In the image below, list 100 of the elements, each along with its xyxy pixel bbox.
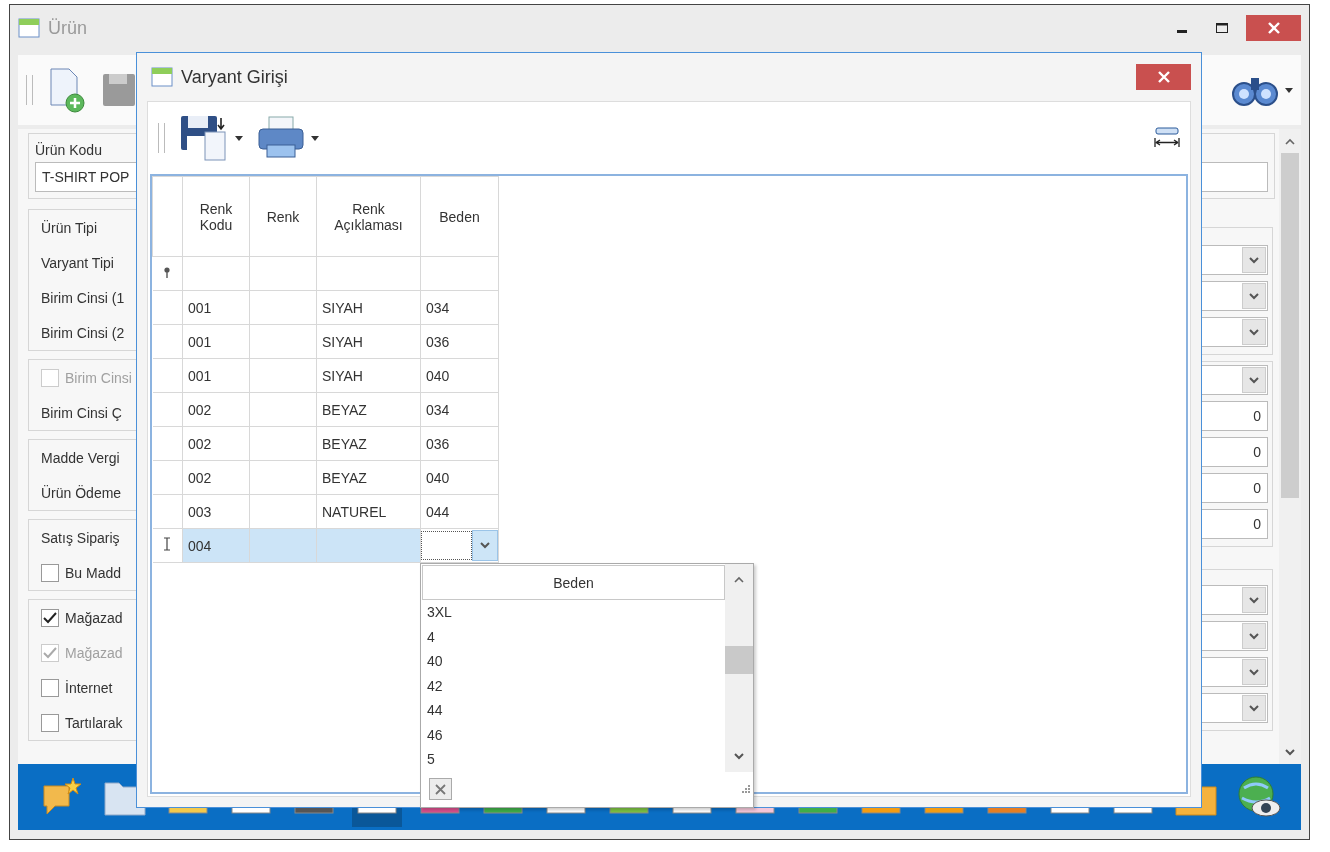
table-cell: BEYAZ xyxy=(316,392,421,427)
field-label: Ürün Kodu xyxy=(35,142,103,158)
dropdown-button[interactable] xyxy=(1242,319,1266,345)
checkbox-label: Mağazad xyxy=(65,609,123,626)
table-cell: 001 xyxy=(182,324,250,359)
column-header: Beden xyxy=(422,565,725,600)
table-cell: BEYAZ xyxy=(316,426,421,461)
globe-eye-icon[interactable] xyxy=(1236,774,1282,820)
resize-grip-icon[interactable] xyxy=(741,784,751,795)
dialog-title: Varyant Girişi xyxy=(181,66,288,88)
dropdown-button[interactable] xyxy=(1242,367,1266,393)
scrollbar[interactable] xyxy=(1279,129,1301,764)
table-cell: 002 xyxy=(182,460,250,495)
toolbar-grip[interactable] xyxy=(26,75,33,105)
close-button[interactable] xyxy=(1136,64,1191,90)
dropdown-button[interactable] xyxy=(1242,695,1266,721)
dropdown-button[interactable] xyxy=(1242,283,1266,309)
window-icon xyxy=(151,67,173,87)
table-cell: 040 xyxy=(420,460,499,495)
table-cell: 036 xyxy=(420,426,499,461)
caret-icon[interactable] xyxy=(235,135,243,141)
filter-cell[interactable] xyxy=(316,256,421,291)
column-header[interactable]: Renk Kodu xyxy=(182,176,250,257)
scrollbar-thumb[interactable] xyxy=(725,646,753,674)
caret-icon[interactable] xyxy=(311,135,319,141)
dropdown-button[interactable] xyxy=(472,530,498,561)
filter-cell[interactable] xyxy=(182,256,250,291)
table-cell: 044 xyxy=(420,494,499,529)
list-item[interactable]: 4 xyxy=(421,624,725,649)
table-cell: 004 xyxy=(182,528,250,563)
checkbox[interactable] xyxy=(41,563,59,582)
new-document-icon[interactable] xyxy=(47,67,87,113)
chevron-down-icon xyxy=(1249,328,1259,336)
minimize-icon xyxy=(1177,30,1187,33)
field-label: Birim Cinsi (2 xyxy=(41,324,125,341)
field-label: Varyant Tipi xyxy=(41,254,114,271)
chevron-up-icon xyxy=(1285,137,1295,145)
column-header[interactable]: Renk xyxy=(249,176,317,257)
column-width-icon[interactable] xyxy=(1154,127,1180,149)
pin-icon xyxy=(163,266,172,279)
checkbox-label: Birim Cinsi xyxy=(65,369,132,386)
floppy-disk-icon[interactable] xyxy=(179,114,229,162)
window-icon xyxy=(18,18,40,38)
table-cell: SIYAH xyxy=(316,358,421,393)
checkbox[interactable] xyxy=(41,678,59,697)
chevron-down-icon xyxy=(480,542,490,549)
scrollbar[interactable] xyxy=(725,564,753,772)
table-cell xyxy=(249,494,317,529)
column-header[interactable]: Renk Açıklaması xyxy=(316,176,421,257)
table-cell: 001 xyxy=(182,358,250,393)
table-cell: 002 xyxy=(182,426,250,461)
list-item[interactable]: 44 xyxy=(421,698,725,723)
chevron-down-icon xyxy=(1249,668,1259,676)
dropdown-button[interactable] xyxy=(1242,659,1266,685)
scrollbar-thumb[interactable] xyxy=(1281,153,1299,498)
dropdown-button[interactable] xyxy=(1242,247,1266,273)
toolbar-grip[interactable] xyxy=(158,123,165,153)
close-icon xyxy=(1267,22,1280,34)
chevron-down-icon xyxy=(734,753,744,760)
field-label: Ürün Ödeme xyxy=(41,484,122,501)
window-title: Ürün xyxy=(48,17,87,39)
chevron-down-icon xyxy=(1249,256,1259,264)
checkbox[interactable] xyxy=(41,713,59,732)
printer-icon[interactable] xyxy=(257,115,305,161)
text-cursor-icon xyxy=(163,537,172,551)
caret-icon[interactable] xyxy=(1285,87,1293,93)
list-item[interactable]: 5 xyxy=(421,747,725,772)
close-button[interactable] xyxy=(1246,15,1301,41)
list-item[interactable]: 40 xyxy=(421,649,725,674)
checkbox[interactable] xyxy=(41,608,59,627)
chevron-down-icon xyxy=(1249,292,1259,300)
column-header[interactable]: Beden xyxy=(420,176,499,257)
field-label: Birim Cinsi (1 xyxy=(41,289,125,306)
list-item[interactable]: 46 xyxy=(421,722,725,747)
table-cell: 001 xyxy=(182,290,250,325)
table-cell xyxy=(249,460,317,495)
clear-button[interactable] xyxy=(429,778,452,801)
close-icon xyxy=(435,783,446,795)
table-cell xyxy=(249,426,317,461)
dropdown-button[interactable] xyxy=(1242,587,1266,613)
list-item[interactable]: 3XL xyxy=(421,600,725,625)
field-label: Ürün Tipi xyxy=(41,219,98,236)
maximize-icon xyxy=(1216,23,1228,33)
table-cell: BEYAZ xyxy=(316,460,421,495)
chevron-down-icon xyxy=(1249,632,1259,640)
list-item[interactable]: 42 xyxy=(421,673,725,698)
table-cell xyxy=(249,358,317,393)
checkbox-label: İnternet xyxy=(65,679,113,696)
chevron-down-icon xyxy=(1249,704,1259,712)
filter-cell[interactable] xyxy=(249,256,317,291)
chevron-down-icon xyxy=(1285,748,1295,756)
table-cell: 034 xyxy=(420,290,499,325)
table-cell xyxy=(249,528,317,563)
check-icon xyxy=(43,611,57,624)
checkbox-label: Tartılarak xyxy=(65,714,123,731)
filter-cell[interactable] xyxy=(420,256,499,291)
table-cell xyxy=(249,324,317,359)
table-cell: 036 xyxy=(420,324,499,359)
table-cell xyxy=(249,392,317,427)
dropdown-button[interactable] xyxy=(1242,623,1266,649)
